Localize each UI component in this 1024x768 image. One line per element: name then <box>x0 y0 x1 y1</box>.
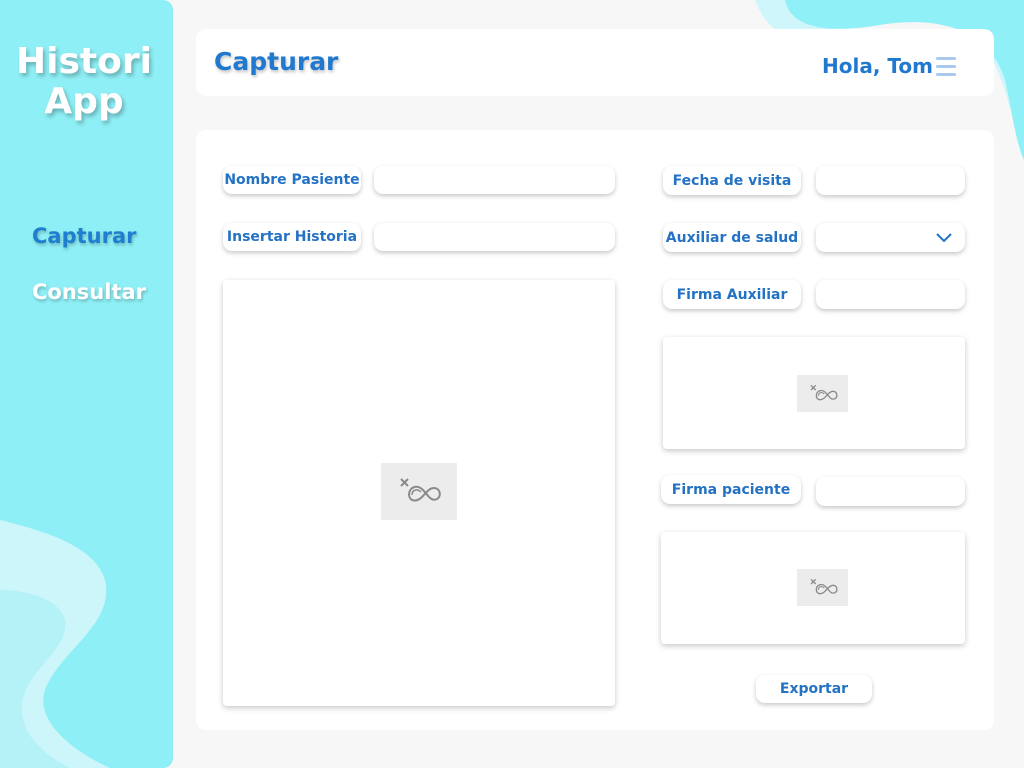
insert-history-input[interactable] <box>374 223 615 251</box>
patient-signature-label: Firma paciente <box>661 475 801 504</box>
insert-history-label: Insertar Historia <box>223 223 361 251</box>
logo-line-2: App <box>44 81 124 122</box>
visit-date-input[interactable] <box>816 166 965 195</box>
chevron-down-icon <box>936 233 952 243</box>
missing-image-icon <box>797 375 848 412</box>
patient-name-input[interactable] <box>374 166 615 194</box>
history-image-area[interactable] <box>223 280 615 706</box>
missing-image-icon <box>381 463 457 520</box>
sidebar: Histori App Capturar Consultar <box>0 0 173 768</box>
health-aide-select[interactable] <box>816 223 965 252</box>
sidebar-item-capturar[interactable]: Capturar <box>32 224 137 248</box>
visit-date-label: Fecha de visita <box>663 166 801 195</box>
header-bar: Capturar Hola, Tom <box>196 29 994 96</box>
patient-name-label: Nombre Pasiente <box>223 166 361 194</box>
missing-image-icon <box>797 569 848 606</box>
patient-signature-area[interactable] <box>661 532 965 644</box>
logo-line-1: Histori <box>16 41 152 82</box>
hamburger-icon[interactable] <box>936 57 956 76</box>
capture-form-panel: Nombre Pasiente Insertar Historia Fecha … <box>196 130 994 730</box>
patient-signature-input[interactable] <box>816 477 965 506</box>
aide-signature-label: Firma Auxiliar <box>663 280 801 309</box>
export-button[interactable]: Exportar <box>756 675 872 703</box>
aide-signature-area[interactable] <box>663 337 965 449</box>
page-title: Capturar <box>214 47 339 76</box>
app-logo: Histori App <box>0 42 168 122</box>
user-greeting: Hola, Tom <box>822 54 933 78</box>
aide-signature-input[interactable] <box>816 280 965 309</box>
health-aide-label: Auxiliar de salud <box>663 223 801 252</box>
sidebar-item-consultar[interactable]: Consultar <box>32 280 146 304</box>
